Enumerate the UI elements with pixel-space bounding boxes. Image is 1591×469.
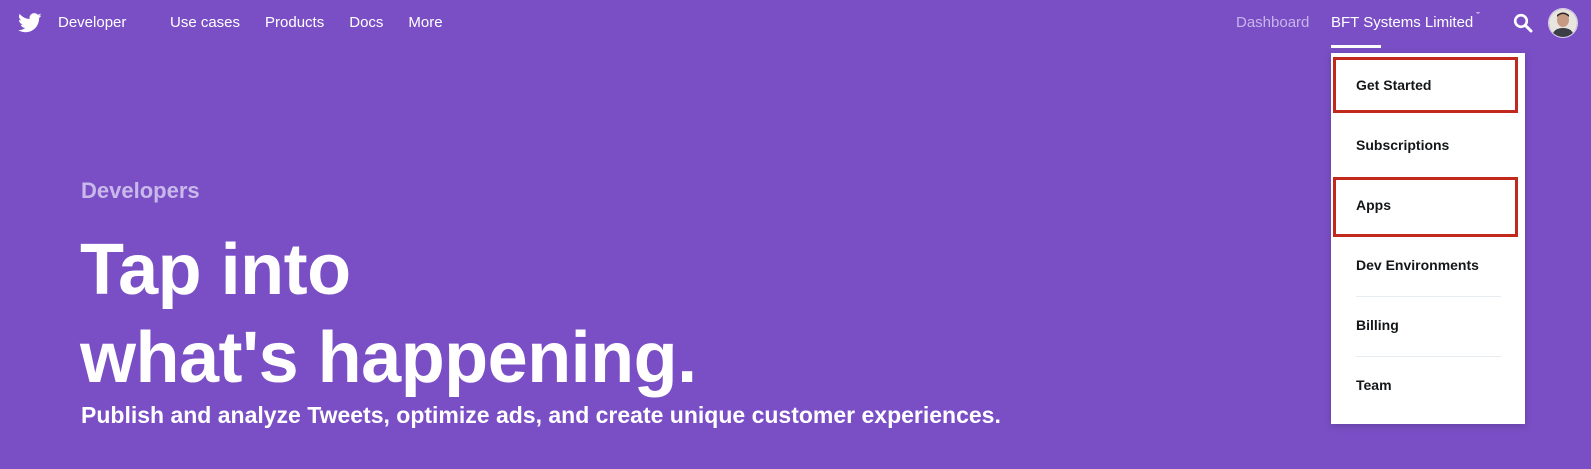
menu-item-label: Subscriptions — [1356, 136, 1450, 153]
active-menu-indicator — [1331, 45, 1381, 48]
menu-item-subscriptions[interactable]: Subscriptions — [1331, 115, 1525, 174]
hero-title-line-1: Tap into — [80, 230, 351, 310]
page: Developer Use cases Products Docs More D… — [0, 0, 1591, 469]
hero-eyebrow: Developers — [81, 178, 200, 203]
nav-products[interactable]: Products — [265, 14, 324, 31]
nav-docs[interactable]: Docs — [349, 14, 383, 31]
developer-home-link[interactable]: Developer — [58, 14, 126, 31]
hero-title-line-2: what's happening. — [80, 318, 697, 398]
chevron-down-icon: ˇ — [1476, 11, 1480, 23]
menu-item-billing[interactable]: Billing — [1331, 295, 1525, 354]
avatar[interactable] — [1548, 8, 1578, 38]
menu-item-dev-environments[interactable]: Dev Environments — [1331, 235, 1525, 294]
menu-item-label: Dev Environments — [1356, 256, 1479, 273]
menu-item-label: Billing — [1356, 316, 1399, 333]
dashboard-link[interactable]: Dashboard — [1236, 14, 1309, 31]
menu-item-apps[interactable]: Apps — [1331, 175, 1525, 234]
menu-item-label: Team — [1356, 376, 1392, 393]
nav-use-cases[interactable]: Use cases — [170, 14, 240, 31]
menu-item-get-started[interactable]: Get Started — [1331, 55, 1525, 114]
account-name: BFT Systems Limited — [1331, 14, 1474, 31]
primary-nav: Use cases Products Docs More — [170, 14, 468, 31]
account-dropdown-menu: Get Started Subscriptions Apps Dev Envir… — [1331, 53, 1525, 424]
menu-item-label: Apps — [1356, 196, 1391, 213]
hero-title: Tap into what's happening. — [80, 226, 697, 402]
top-navigation: Developer Use cases Products Docs More D… — [0, 0, 1591, 48]
nav-more[interactable]: More — [408, 14, 442, 31]
search-icon[interactable] — [1513, 13, 1533, 33]
account-menu-button[interactable]: BFT Systems Limited ˇ — [1331, 11, 1480, 31]
menu-item-team[interactable]: Team — [1331, 355, 1525, 414]
twitter-bird-icon[interactable] — [18, 12, 42, 34]
menu-item-label: Get Started — [1356, 76, 1432, 93]
hero-subtitle: Publish and analyze Tweets, optimize ads… — [81, 402, 1001, 428]
